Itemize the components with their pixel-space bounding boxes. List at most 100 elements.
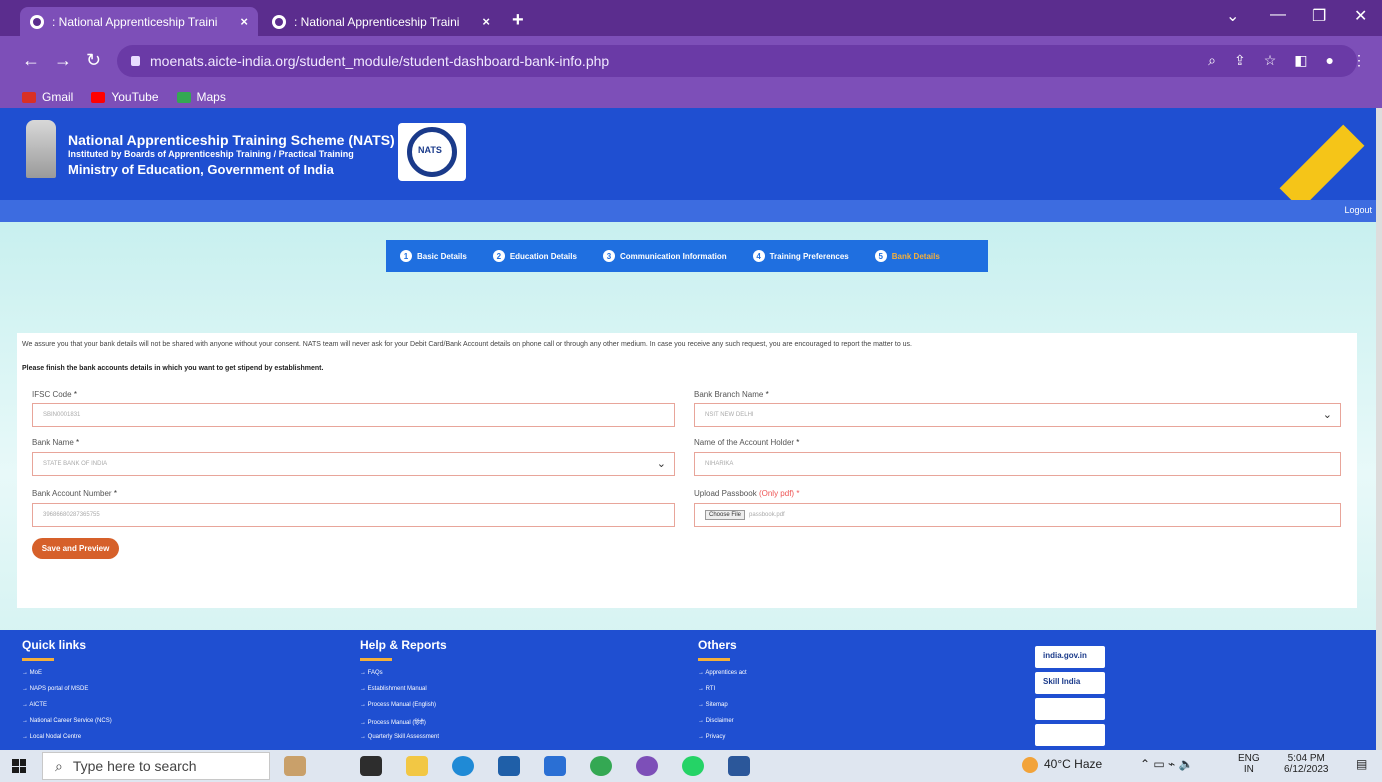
minimize-icon[interactable]: — bbox=[1270, 6, 1286, 24]
bookmark-label: YouTube bbox=[111, 90, 159, 104]
tray-icons[interactable]: ⌃ ▭ ⌁ 🔈 bbox=[1140, 757, 1194, 771]
footer-link[interactable]: → Apprentices act bbox=[698, 670, 747, 676]
site-subtitle: Instituted by Boards of Apprenticeship T… bbox=[68, 149, 354, 159]
restore-icon[interactable]: ❐ bbox=[1312, 6, 1326, 26]
step-label: Education Details bbox=[509, 251, 577, 261]
quick-links-title: Quick links bbox=[22, 638, 87, 652]
step-training-preferences[interactable]: 4 Training Preferences bbox=[752, 250, 849, 262]
holder-label: Name of the Account Holder * bbox=[694, 438, 800, 447]
close-window-icon[interactable]: ✕ bbox=[1354, 6, 1367, 26]
chrome-profile-icon[interactable] bbox=[636, 756, 658, 776]
save-and-preview-button[interactable]: Save and Preview bbox=[32, 538, 119, 559]
chevron-down-icon: ⌄ bbox=[656, 458, 666, 470]
chevron-down-icon: ⌄ bbox=[1322, 409, 1332, 421]
youtube-icon bbox=[91, 91, 106, 103]
partner-logo[interactable] bbox=[1035, 724, 1105, 746]
site-title: National Apprenticeship Training Scheme … bbox=[68, 132, 395, 148]
weather-widget[interactable]: 40°C Haze bbox=[1022, 757, 1102, 773]
app-icon[interactable] bbox=[544, 756, 566, 776]
account-number-field[interactable]: 39686680287365755 bbox=[32, 503, 675, 527]
footer-link[interactable]: → Sitemap bbox=[698, 702, 728, 708]
reload-icon[interactable]: ↻ bbox=[86, 50, 101, 71]
zoom-icon[interactable]: ⌕ bbox=[1208, 52, 1216, 69]
menu-icon[interactable]: ⋮ bbox=[1352, 52, 1366, 69]
choose-file-button[interactable]: Choose File bbox=[705, 510, 746, 520]
tab-2[interactable]: : National Apprenticeship Traini × bbox=[262, 7, 500, 36]
bookmark-label: Maps bbox=[196, 90, 226, 104]
step-label: Training Preferences bbox=[769, 251, 849, 261]
windows-start-icon[interactable] bbox=[12, 759, 26, 773]
weather-icon bbox=[1022, 757, 1038, 773]
skill-india-logo[interactable]: Skill India bbox=[1035, 672, 1105, 694]
footer-link[interactable]: → Establishment Manual bbox=[360, 686, 427, 692]
close-icon[interactable]: × bbox=[240, 14, 248, 29]
bookmark-gmail[interactable]: Gmail bbox=[22, 90, 73, 104]
bookmark-youtube[interactable]: YouTube bbox=[91, 90, 159, 104]
ifsc-field[interactable]: SBIN0001831 bbox=[32, 403, 675, 427]
footer-link[interactable]: → Process Manual (English) bbox=[360, 702, 436, 708]
footer-link[interactable]: → Local Nodal Centre bbox=[22, 734, 81, 740]
holder-field[interactable]: NIHARIKA bbox=[694, 452, 1341, 476]
footer-link[interactable]: → National Career Service (NCS) bbox=[22, 718, 112, 724]
share-icon[interactable]: ⇪ bbox=[1234, 52, 1246, 69]
close-icon[interactable]: × bbox=[482, 14, 490, 29]
footer-link[interactable]: → NAPS portal of MSDE bbox=[22, 686, 88, 692]
footer-link[interactable]: → Quarterly Skill Assessment bbox=[360, 734, 439, 740]
whatsapp-icon[interactable] bbox=[682, 756, 704, 776]
url-input[interactable]: moenats.aicte-india.org/student_module/s… bbox=[117, 45, 1357, 77]
new-tab-button[interactable]: + bbox=[512, 9, 524, 32]
partner-logo[interactable] bbox=[1035, 698, 1105, 720]
sidepanel-icon[interactable]: ◧ bbox=[1294, 52, 1307, 69]
form-instruction: Please finish the bank accounts details … bbox=[22, 365, 324, 372]
chrome-icon[interactable] bbox=[590, 756, 612, 776]
step-communication-information[interactable]: 3 Communication Information bbox=[602, 250, 727, 262]
notifications-icon[interactable]: ▤ bbox=[1356, 757, 1367, 771]
india-gov-logo[interactable]: india.gov.in bbox=[1035, 646, 1105, 668]
bank-name-select[interactable]: STATE BANK OF INDIA ⌄ bbox=[32, 452, 675, 476]
footer-link[interactable]: → FAQs bbox=[360, 670, 383, 676]
page-scrollbar[interactable] bbox=[1376, 108, 1382, 750]
national-emblem-logo bbox=[26, 120, 56, 178]
site-footer bbox=[0, 630, 1376, 750]
step-bank-details[interactable]: 5 Bank Details bbox=[874, 250, 940, 262]
tab-1[interactable]: : National Apprenticeship Traini × bbox=[20, 7, 258, 36]
passbook-upload[interactable]: Choose File passbook.pdf bbox=[694, 503, 1341, 527]
file-name: passbook.pdf bbox=[749, 512, 785, 518]
progress-steps: 1 Basic Details 2 Education Details 3 Co… bbox=[386, 240, 988, 272]
logout-link[interactable]: Logout bbox=[1344, 205, 1372, 215]
branch-select[interactable]: NSIT NEW DELHI ⌄ bbox=[694, 403, 1341, 427]
step-basic-details[interactable]: 1 Basic Details bbox=[400, 250, 467, 262]
edge-icon[interactable] bbox=[452, 756, 474, 776]
footer-link[interactable]: → RTI bbox=[698, 686, 715, 692]
tab-search-icon[interactable]: ⌄ bbox=[1226, 6, 1239, 26]
language-indicator[interactable]: ENG IN bbox=[1238, 753, 1260, 775]
footer-link[interactable]: → AICTE bbox=[22, 702, 47, 708]
others-title: Others bbox=[698, 638, 737, 652]
logout-bar: Logout bbox=[0, 200, 1382, 222]
bookmark-maps[interactable]: Maps bbox=[176, 90, 226, 104]
help-reports-title: Help & Reports bbox=[360, 638, 447, 652]
mail-icon[interactable] bbox=[498, 756, 520, 776]
globe-icon bbox=[272, 14, 286, 29]
task-view-icon[interactable] bbox=[360, 756, 382, 776]
nats-logo-text: NATS bbox=[418, 145, 442, 155]
file-explorer-icon[interactable] bbox=[406, 756, 428, 776]
taskbar-search[interactable]: ⌕ Type here to search bbox=[42, 752, 270, 780]
profile-avatar[interactable]: ● bbox=[1326, 52, 1334, 69]
footer-link[interactable]: → Disclaimer bbox=[698, 718, 734, 724]
footer-link[interactable]: → Privacy bbox=[698, 734, 725, 740]
footer-link[interactable]: → MoE bbox=[22, 670, 42, 676]
word-icon[interactable] bbox=[728, 756, 750, 776]
nats-logo: NATS bbox=[398, 123, 466, 181]
step-label: Basic Details bbox=[417, 251, 467, 261]
forward-icon[interactable]: → bbox=[54, 50, 72, 71]
step-label: Communication Information bbox=[619, 251, 727, 261]
bookmark-star-icon[interactable]: ☆ bbox=[1264, 52, 1277, 69]
footer-link[interactable]: → Process Manual (हिंदी) bbox=[360, 718, 426, 726]
cortana-cat-icon[interactable] bbox=[284, 756, 306, 776]
back-icon[interactable]: ← bbox=[22, 50, 40, 71]
clock[interactable]: 5:04 PM 6/12/2023 bbox=[1284, 753, 1329, 775]
tab-title: : National Apprenticeship Traini bbox=[52, 14, 218, 29]
branch-label: Bank Branch Name * bbox=[694, 390, 769, 399]
step-education-details[interactable]: 2 Education Details bbox=[492, 250, 577, 262]
